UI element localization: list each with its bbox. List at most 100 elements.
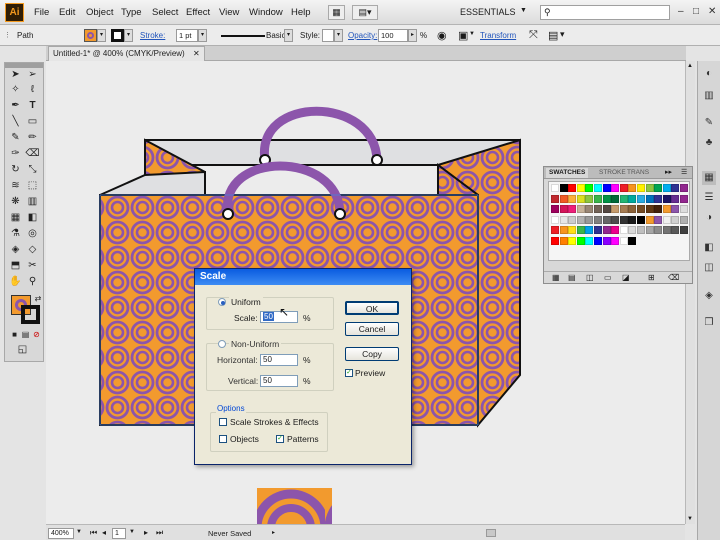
- chevron-down-icon[interactable]: ▼: [520, 7, 527, 14]
- graph-tool-icon[interactable]: ▥: [25, 195, 40, 209]
- layers-panel-icon[interactable]: ◈: [702, 289, 716, 303]
- swatch-cell[interactable]: [602, 205, 611, 213]
- swatch-cell[interactable]: [680, 205, 688, 213]
- none-mode-icon[interactable]: ⊘: [29, 328, 44, 342]
- swatch-cell[interactable]: [585, 215, 594, 224]
- swatch-cell[interactable]: [602, 215, 611, 224]
- swatch-cell[interactable]: [602, 194, 611, 203]
- drawing-mode-icon[interactable]: ◱: [15, 343, 30, 357]
- swatch-options-icon[interactable]: ◫: [586, 273, 594, 282]
- last-page-icon[interactable]: ⏭: [156, 528, 163, 538]
- swatch-cell[interactable]: [602, 184, 611, 192]
- vertical-input[interactable]: 50: [260, 375, 298, 387]
- menu-view[interactable]: View: [219, 7, 239, 18]
- swatch-cell[interactable]: [559, 226, 568, 234]
- swatch-cell[interactable]: [662, 205, 671, 213]
- minimize-icon[interactable]: –: [678, 6, 684, 17]
- swatch-cell[interactable]: [551, 215, 559, 224]
- artboard-tool-icon[interactable]: ⬒: [8, 259, 23, 273]
- swatch-cell[interactable]: [680, 226, 688, 234]
- status-menu-icon[interactable]: ▸: [272, 529, 275, 536]
- artboards-panel-icon[interactable]: ❒: [702, 316, 716, 330]
- vertical-scrollbar[interactable]: ▲ ▼: [685, 61, 695, 524]
- swatch-cell[interactable]: [602, 226, 611, 234]
- swatch-cell[interactable]: [628, 184, 637, 192]
- color-group-icon[interactable]: ▭: [604, 273, 612, 282]
- bridge-icon[interactable]: ▦: [328, 5, 345, 20]
- menu-select[interactable]: Select: [152, 7, 178, 18]
- swatch-cell[interactable]: [637, 205, 645, 213]
- menu-file[interactable]: File: [34, 7, 49, 18]
- swatch-cell[interactable]: [628, 194, 637, 203]
- swatch-cell[interactable]: [654, 194, 663, 203]
- swatch-cell[interactable]: [619, 236, 628, 245]
- swatch-cell[interactable]: [619, 184, 628, 192]
- swatch-cell[interactable]: [671, 205, 680, 213]
- swatch-cell[interactable]: [551, 236, 559, 245]
- prev-page-icon[interactable]: ◂: [102, 528, 106, 537]
- swatch-cell[interactable]: [654, 226, 663, 234]
- type-tool-icon[interactable]: T: [25, 99, 40, 113]
- swatch-cell[interactable]: [619, 215, 628, 224]
- mesh-tool-icon[interactable]: ▦: [8, 211, 23, 225]
- blend-tool-icon[interactable]: ◎: [25, 227, 40, 241]
- new-swatch-icon[interactable]: ⊞: [648, 273, 655, 282]
- search-input[interactable]: ⚲: [540, 5, 670, 20]
- live-paint-selection-tool-icon[interactable]: ◇: [25, 243, 40, 257]
- symbols-icon[interactable]: ♣: [702, 136, 716, 150]
- swatch-cell[interactable]: [551, 226, 559, 234]
- swatch-cell[interactable]: [662, 184, 671, 192]
- warp-tool-icon[interactable]: ≋: [8, 179, 23, 193]
- color-guide-icon[interactable]: ▥: [702, 89, 716, 103]
- menu-window[interactable]: Window: [249, 7, 283, 18]
- swatch-cell[interactable]: [551, 205, 559, 213]
- menu-effect[interactable]: Effect: [186, 7, 210, 18]
- swatch-cell[interactable]: [611, 236, 620, 245]
- swatch-cell[interactable]: [662, 215, 671, 224]
- swatch-cell[interactable]: [576, 226, 585, 234]
- swatch-libraries-icon[interactable]: ▦: [552, 273, 560, 282]
- horizontal-input[interactable]: 50: [260, 354, 298, 366]
- cancel-button[interactable]: Cancel: [345, 322, 399, 336]
- menu-help[interactable]: Help: [291, 7, 311, 18]
- swatch-cell[interactable]: [619, 194, 628, 203]
- swatch-cell[interactable]: [628, 215, 637, 224]
- rectangle-tool-icon[interactable]: ▭: [25, 115, 40, 129]
- selection-tool-icon[interactable]: ➤: [8, 68, 23, 82]
- scroll-up-icon[interactable]: ▲: [687, 63, 693, 69]
- scroll-down-icon[interactable]: ▼: [687, 516, 693, 522]
- pencil-tool-icon[interactable]: ✏: [25, 131, 40, 145]
- swatch-cell[interactable]: [637, 194, 645, 203]
- chevron-down-icon[interactable]: ▼: [129, 529, 135, 535]
- transparency-panel-icon[interactable]: ◑: [702, 211, 716, 225]
- appearance-panel-icon[interactable]: ◧: [702, 241, 716, 255]
- swatch-cell[interactable]: [559, 236, 568, 245]
- eraser-tool-icon[interactable]: ⌫: [25, 147, 40, 161]
- ok-button[interactable]: OK: [345, 301, 399, 315]
- swatch-cell[interactable]: [594, 205, 602, 213]
- swatch-cell[interactable]: [594, 194, 602, 203]
- blob-brush-tool-icon[interactable]: ✑: [8, 147, 23, 161]
- swatch-cell[interactable]: [611, 194, 620, 203]
- dialog-title[interactable]: Scale: [195, 269, 411, 285]
- swatch-cell[interactable]: [645, 184, 654, 192]
- show-kinds-icon[interactable]: ▤: [568, 273, 576, 282]
- panel-options-icon[interactable]: ☰: [678, 168, 690, 178]
- maximize-icon[interactable]: □: [693, 6, 699, 17]
- swatch-cell[interactable]: [559, 194, 568, 203]
- swatch-cell[interactable]: [619, 205, 628, 213]
- swatch-cell[interactable]: [576, 205, 585, 213]
- swatch-cell[interactable]: [568, 194, 577, 203]
- swatch-cell[interactable]: [671, 184, 680, 192]
- menu-object[interactable]: Object: [86, 7, 113, 18]
- non-uniform-radio[interactable]: [218, 340, 226, 348]
- objects-label[interactable]: Objects: [230, 434, 259, 444]
- swatch-cell[interactable]: [568, 205, 577, 213]
- swatch-cell[interactable]: [654, 215, 663, 224]
- swatch-cell[interactable]: [576, 236, 585, 245]
- swatch-cell[interactable]: [568, 184, 577, 192]
- patterns-label[interactable]: Patterns: [287, 434, 319, 444]
- non-uniform-label[interactable]: Non-Uniform: [229, 339, 282, 349]
- uniform-label[interactable]: Uniform: [229, 297, 263, 307]
- swatch-cell[interactable]: [594, 226, 602, 234]
